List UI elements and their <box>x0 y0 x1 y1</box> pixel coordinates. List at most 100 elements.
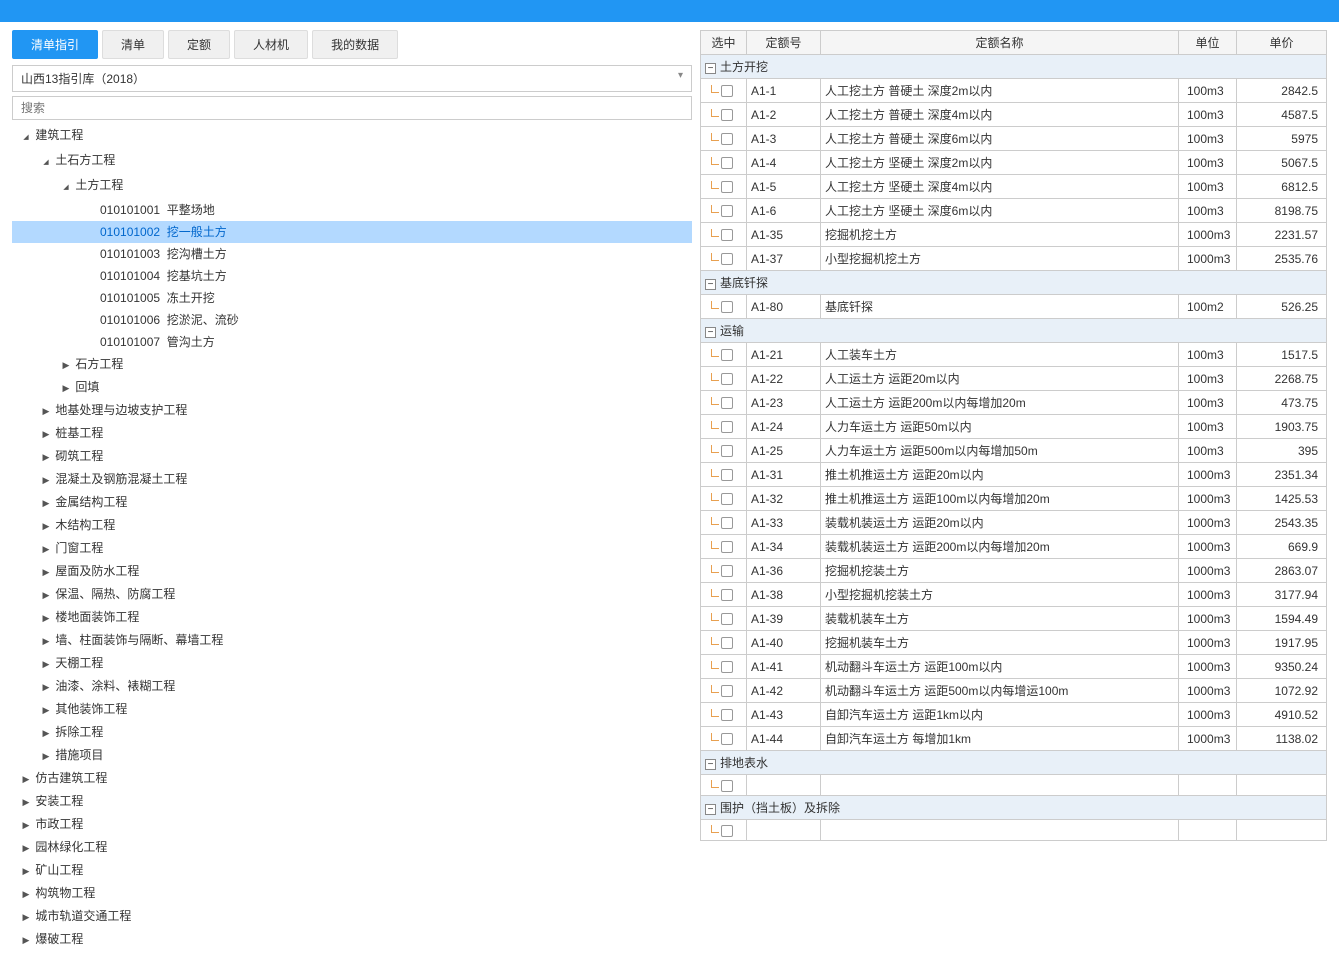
caret-icon[interactable] <box>60 356 72 374</box>
row-checkbox[interactable] <box>721 637 733 649</box>
tree-node[interactable]: 混凝土及钢筋混凝土工程 <box>12 468 692 491</box>
caret-icon[interactable] <box>40 402 52 420</box>
table-row[interactable]: A1-41机动翻斗车运土方 运距100m以内1000m39350.24 <box>701 655 1327 679</box>
table-row[interactable]: A1-37小型挖掘机挖土方1000m32535.76 <box>701 247 1327 271</box>
tab-1[interactable]: 清单 <box>102 30 164 59</box>
caret-icon[interactable] <box>20 816 32 834</box>
tree-node[interactable]: 油漆、涂料、裱糊工程 <box>12 675 692 698</box>
row-checkbox[interactable] <box>721 373 733 385</box>
caret-icon[interactable] <box>40 678 52 696</box>
row-checkbox[interactable] <box>721 205 733 217</box>
caret-icon[interactable] <box>40 448 52 466</box>
row-checkbox[interactable] <box>721 541 733 553</box>
collapse-icon[interactable]: − <box>705 63 716 74</box>
table-row[interactable]: A1-80基底钎探100m2526.25 <box>701 295 1327 319</box>
caret-icon[interactable] <box>40 471 52 489</box>
table-row[interactable]: A1-24人力车运土方 运距50m以内100m31903.75 <box>701 415 1327 439</box>
tree-node[interactable]: 措施项目 <box>12 744 692 767</box>
group-row[interactable]: −基底钎探 <box>701 271 1327 295</box>
group-row[interactable]: −排地表水 <box>701 751 1327 775</box>
table-row[interactable]: A1-2人工挖土方 普硬土 深度4m以内100m34587.5 <box>701 103 1327 127</box>
caret-icon[interactable] <box>40 655 52 673</box>
library-dropdown[interactable]: 山西13指引库（2018） <box>12 65 692 92</box>
table-row[interactable]: A1-38小型挖掘机挖装土方1000m33177.94 <box>701 583 1327 607</box>
table-row[interactable]: A1-3人工挖土方 普硬土 深度6m以内100m35975 <box>701 127 1327 151</box>
caret-icon[interactable] <box>20 127 32 147</box>
row-checkbox[interactable] <box>721 589 733 601</box>
row-checkbox[interactable] <box>721 565 733 577</box>
tree-node[interactable]: 木结构工程 <box>12 514 692 537</box>
tree-node[interactable]: 天棚工程 <box>12 652 692 675</box>
table-row[interactable] <box>701 820 1327 841</box>
table-row[interactable]: A1-34装载机装运土方 运距200m以内每增加20m1000m3669.9 <box>701 535 1327 559</box>
tree-node[interactable]: 门窗工程 <box>12 537 692 560</box>
tree-node[interactable]: 金属结构工程 <box>12 491 692 514</box>
row-checkbox[interactable] <box>721 493 733 505</box>
table-row[interactable]: A1-33装载机装运土方 运距20m以内1000m32543.35 <box>701 511 1327 535</box>
row-checkbox[interactable] <box>721 349 733 361</box>
tree-node[interactable]: 回填 <box>12 376 692 399</box>
tree-node[interactable]: 010101001 平整场地 <box>12 199 692 221</box>
tree-node[interactable]: 010101007 管沟土方 <box>12 331 692 353</box>
row-checkbox[interactable] <box>721 685 733 697</box>
table-row[interactable]: A1-40挖掘机装车土方1000m31917.95 <box>701 631 1327 655</box>
caret-icon[interactable] <box>20 770 32 788</box>
table-row[interactable]: A1-25人力车运土方 运距500m以内每增加50m100m3395 <box>701 439 1327 463</box>
row-checkbox[interactable] <box>721 181 733 193</box>
row-checkbox[interactable] <box>721 397 733 409</box>
row-checkbox[interactable] <box>721 733 733 745</box>
caret-icon[interactable] <box>40 425 52 443</box>
row-checkbox[interactable] <box>721 613 733 625</box>
table-row[interactable] <box>701 775 1327 796</box>
tree-node[interactable]: 建筑工程 <box>12 124 692 149</box>
table-row[interactable]: A1-1人工挖土方 普硬土 深度2m以内100m32842.5 <box>701 79 1327 103</box>
tree-node[interactable]: 土石方工程 <box>12 149 692 174</box>
caret-icon[interactable] <box>40 563 52 581</box>
row-checkbox[interactable] <box>721 445 733 457</box>
row-checkbox[interactable] <box>721 229 733 241</box>
tree-node[interactable]: 安装工程 <box>12 790 692 813</box>
table-row[interactable]: A1-5人工挖土方 坚硬土 深度4m以内100m36812.5 <box>701 175 1327 199</box>
table-row[interactable]: A1-43自卸汽车运土方 运距1km以内1000m34910.52 <box>701 703 1327 727</box>
row-checkbox[interactable] <box>721 109 733 121</box>
tab-0[interactable]: 清单指引 <box>12 30 98 59</box>
tree-node[interactable]: 010101002 挖一般土方 <box>12 221 692 243</box>
tab-3[interactable]: 人材机 <box>234 30 308 59</box>
tree-node[interactable]: 城市轨道交通工程 <box>12 905 692 928</box>
caret-icon[interactable] <box>40 494 52 512</box>
tree-node[interactable]: 矿山工程 <box>12 859 692 882</box>
row-checkbox[interactable] <box>721 133 733 145</box>
row-checkbox[interactable] <box>721 421 733 433</box>
caret-icon[interactable] <box>60 177 72 197</box>
row-checkbox[interactable] <box>721 253 733 265</box>
search-box[interactable] <box>12 96 692 120</box>
caret-icon[interactable] <box>40 609 52 627</box>
tree-node[interactable]: 其他装饰工程 <box>12 698 692 721</box>
caret-icon[interactable] <box>20 793 32 811</box>
table-row[interactable]: A1-6人工挖土方 坚硬土 深度6m以内100m38198.75 <box>701 199 1327 223</box>
caret-icon[interactable] <box>40 540 52 558</box>
row-checkbox[interactable] <box>721 780 733 792</box>
table-row[interactable]: A1-39装载机装车土方1000m31594.49 <box>701 607 1327 631</box>
table-row[interactable]: A1-4人工挖土方 坚硬土 深度2m以内100m35067.5 <box>701 151 1327 175</box>
row-checkbox[interactable] <box>721 661 733 673</box>
tree-node[interactable]: 010101003 挖沟槽土方 <box>12 243 692 265</box>
caret-icon[interactable] <box>20 862 32 880</box>
tree-node[interactable]: 010101005 冻土开挖 <box>12 287 692 309</box>
row-checkbox[interactable] <box>721 825 733 837</box>
collapse-icon[interactable]: − <box>705 759 716 770</box>
caret-icon[interactable] <box>40 747 52 765</box>
caret-icon[interactable] <box>40 632 52 650</box>
row-checkbox[interactable] <box>721 469 733 481</box>
tree-node[interactable]: 土方工程 <box>12 174 692 199</box>
caret-icon[interactable] <box>20 908 32 926</box>
tree-node[interactable]: 仿古建筑工程 <box>12 767 692 790</box>
tree-node[interactable]: 桩基工程 <box>12 422 692 445</box>
tree-node[interactable]: 园林绿化工程 <box>12 836 692 859</box>
tree-node[interactable]: 爆破工程 <box>12 928 692 951</box>
tree-node[interactable]: 010101006 挖淤泥、流砂 <box>12 309 692 331</box>
table-row[interactable]: A1-23人工运土方 运距200m以内每增加20m100m3473.75 <box>701 391 1327 415</box>
tree-node[interactable]: 墙、柱面装饰与隔断、幕墙工程 <box>12 629 692 652</box>
group-row[interactable]: −土方开挖 <box>701 55 1327 79</box>
caret-icon[interactable] <box>20 839 32 857</box>
